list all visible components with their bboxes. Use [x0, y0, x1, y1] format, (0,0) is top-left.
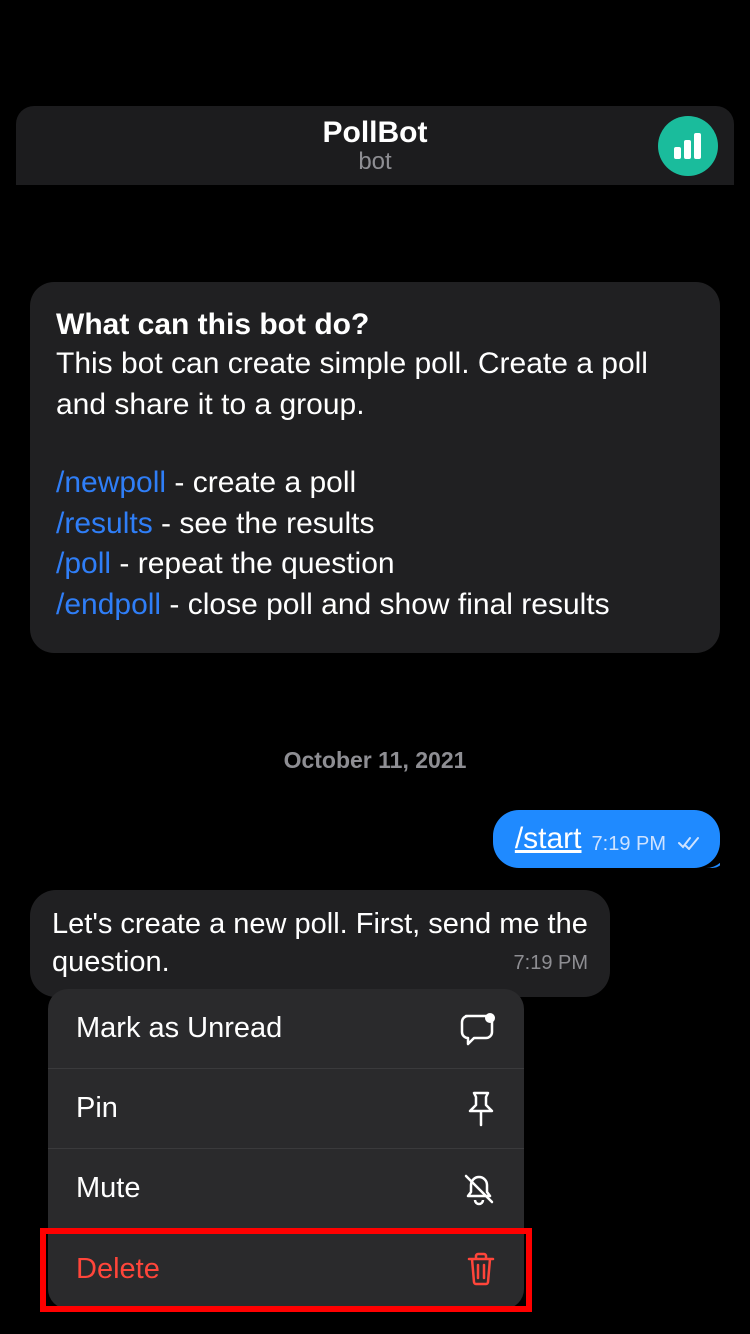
command-link[interactable]: /poll	[56, 547, 111, 580]
read-checks-icon	[678, 833, 700, 856]
command-link[interactable]: /newpoll	[56, 466, 166, 499]
message-text: /start	[515, 822, 582, 856]
command-desc: - see the results	[153, 507, 375, 540]
outgoing-message[interactable]: /start 7:19 PM	[493, 810, 720, 868]
date-separator: October 11, 2021	[30, 747, 720, 774]
incoming-message[interactable]: Let's create a new poll. First, send me …	[30, 890, 610, 997]
chat-body: What can this bot do? This bot can creat…	[16, 282, 734, 997]
bell-off-icon	[462, 1172, 496, 1206]
menu-label: Mark as Unread	[76, 1012, 282, 1045]
menu-item-mute[interactable]: Mute	[48, 1149, 524, 1229]
command-line: /results - see the results	[56, 504, 694, 545]
bot-info-card: What can this bot do? This bot can creat…	[30, 282, 720, 653]
chat-bubble-icon	[460, 1012, 496, 1046]
command-line: /endpoll - close poll and show final res…	[56, 585, 694, 626]
info-heading: What can this bot do?	[56, 308, 694, 342]
trash-icon	[466, 1252, 496, 1286]
menu-label: Mute	[76, 1172, 140, 1205]
command-desc: - create a poll	[166, 466, 356, 499]
bar-chart-icon	[673, 133, 703, 159]
context-menu: Mark as Unread Pin Mute Delete	[48, 989, 524, 1309]
menu-item-mark-unread[interactable]: Mark as Unread	[48, 989, 524, 1069]
menu-item-delete[interactable]: Delete	[48, 1229, 524, 1309]
command-line: /newpoll - create a poll	[56, 463, 694, 504]
message-time: 7:19 PM	[592, 833, 666, 856]
menu-label: Delete	[76, 1253, 160, 1286]
message-text: Let's create a new poll. First, send me …	[52, 908, 588, 978]
command-link[interactable]: /results	[56, 507, 153, 540]
menu-label: Pin	[76, 1092, 118, 1125]
info-description: This bot can create simple poll. Create …	[56, 344, 694, 425]
message-time: 7:19 PM	[514, 952, 588, 975]
chat-subtitle: bot	[323, 148, 428, 176]
chat-title: PollBot	[323, 116, 428, 150]
bot-avatar[interactable]	[658, 116, 718, 176]
command-line: /poll - repeat the question	[56, 544, 694, 585]
header-title-block: PollBot bot	[323, 116, 428, 176]
command-desc: - repeat the question	[111, 547, 395, 580]
pin-icon	[466, 1091, 496, 1127]
command-desc: - close poll and show final results	[161, 588, 610, 621]
command-link[interactable]: /endpoll	[56, 588, 161, 621]
chat-header[interactable]: PollBot bot	[16, 106, 734, 186]
menu-item-pin[interactable]: Pin	[48, 1069, 524, 1149]
